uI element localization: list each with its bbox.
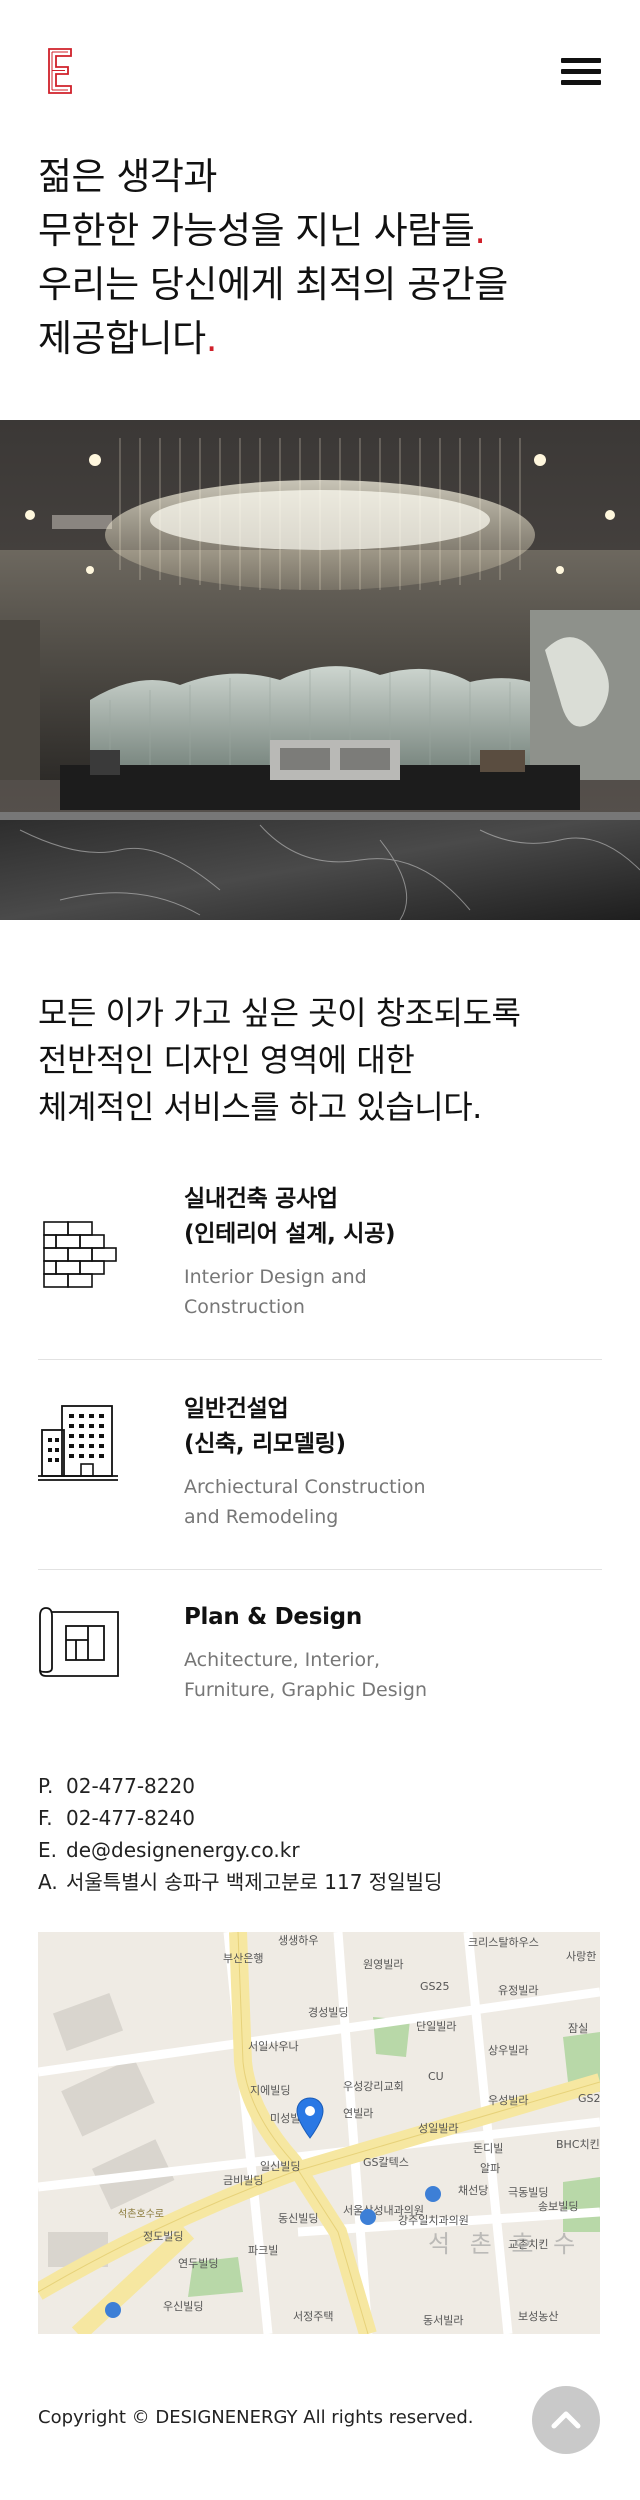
fax-number: 02-477-8240 xyxy=(66,1806,195,1830)
intro-text: 모든 이가 가고 싶은 곳이 창조되도록 전반적인 디자인 영역에 대한 체계적… xyxy=(38,990,618,1131)
map-label: 우성빌라 xyxy=(488,2094,528,2107)
intro-line: 전반적인 디자인 영역에 대한 xyxy=(38,1041,415,1079)
map-label: 파크빌 xyxy=(248,2244,278,2257)
map-label: 알파 xyxy=(480,2161,500,2175)
service-description: Interior Design and xyxy=(184,1266,367,1288)
map-label: 원영빌라 xyxy=(363,1958,403,1971)
brick-wall-icon xyxy=(38,1212,120,1294)
hero-period: . xyxy=(205,317,218,360)
map-label: 서일사우나 xyxy=(248,2039,299,2053)
service-description: Archiectural Construction xyxy=(184,1476,426,1498)
map-lake-label: 석 촌 호 수 xyxy=(428,2230,581,2258)
map-label: 금비빌딩 xyxy=(223,2174,263,2187)
interior-photo xyxy=(0,420,640,920)
contact-email: E. de@designenergy.co.kr xyxy=(38,1834,598,1866)
map-label: GS2 xyxy=(578,2092,600,2105)
map-label: BHC치킨 xyxy=(556,2138,600,2151)
map-label: 연빌라 xyxy=(343,2107,373,2120)
letter-e-logo-icon[interactable] xyxy=(48,48,72,94)
map-label: GS25 xyxy=(420,1980,450,1993)
map-label: 채선당 xyxy=(458,2184,488,2197)
service-title: 일반건설업 xyxy=(184,1396,289,1422)
map-label: 강주일치과의원 xyxy=(398,2213,469,2227)
location-map[interactable]: 생생하우 크리스탈하우스 사랑한 부산은행 원영빌라 GS25 유정빌라 경성빌… xyxy=(38,1932,600,2334)
hero-line: 무한한 가능성을 지닌 사람들. xyxy=(38,209,486,252)
service-item-construction: 일반건설업 (신축, 리모델링) Archiectural Constructi… xyxy=(38,1360,602,1570)
map-pin-icon[interactable] xyxy=(295,2096,325,2140)
intro-line: 모든 이가 가고 싶은 곳이 창조되도록 xyxy=(38,994,521,1032)
map-label: 사랑한 xyxy=(566,1950,596,1963)
map-label: 정도빌딩 xyxy=(143,2230,183,2243)
contact-info: P. 02-477-8220 F. 02-477-8240 E. de@desi… xyxy=(38,1770,598,1898)
chevron-up-icon xyxy=(551,2411,581,2429)
building-icon xyxy=(38,1402,120,1484)
map-label: 상우빌라 xyxy=(488,2044,528,2057)
site-header xyxy=(0,0,640,140)
map-label: 우신빌딩 xyxy=(163,2300,203,2313)
intro-line: 체계적인 서비스를 하고 있습니다. xyxy=(38,1088,482,1126)
phone-number[interactable]: 02-477-8220 xyxy=(66,1770,195,1802)
map-label: 동서빌라 xyxy=(423,2314,463,2327)
copyright-text: Copyright © DESIGNENERGY All rights rese… xyxy=(38,2407,474,2428)
contact-phone: P. 02-477-8220 xyxy=(38,1770,598,1802)
hero-line: 제공합니다. xyxy=(38,317,218,360)
map-label: 송보빌딩 xyxy=(538,2200,578,2213)
map-label: 연두빌딩 xyxy=(178,2257,218,2270)
hamburger-menu-icon[interactable] xyxy=(561,55,601,89)
service-item-interior: 실내건축 공사업 (인테리어 설계, 시공) Interior Design a… xyxy=(38,1170,602,1360)
service-description: and Remodeling xyxy=(184,1506,339,1528)
map-label: 지에빌딩 xyxy=(250,2084,290,2097)
map-label: 성일빌라 xyxy=(418,2121,458,2135)
service-title: 실내건축 공사업 xyxy=(184,1186,338,1212)
map-label: 크리스탈하우스 xyxy=(468,1935,539,1949)
service-description: Furniture, Graphic Design xyxy=(184,1679,428,1701)
map-label: 부산은행 xyxy=(223,1952,263,1965)
map-label: 잠실 xyxy=(568,2022,588,2035)
blueprint-icon xyxy=(38,1600,120,1682)
service-title: (신축, 리모델링) xyxy=(184,1431,346,1457)
service-title: (인테리어 설계, 시공) xyxy=(184,1221,396,1247)
map-label: 유정빌라 xyxy=(498,1984,538,1997)
map-label: 일신빌딩 xyxy=(260,2159,300,2173)
address-text: 서울특별시 송파구 백제고분로 117 정일빌딩 xyxy=(66,1870,443,1894)
hero-heading: 젊은 생각과 무한한 가능성을 지닌 사람들. 우리는 당신에게 최적의 공간을… xyxy=(38,150,618,366)
map-label: GS칼텍스 xyxy=(363,2156,409,2169)
map-label: 보성농산 xyxy=(518,2310,558,2323)
service-description: Achitecture, Interior, xyxy=(184,1649,381,1671)
service-title: Plan & Design xyxy=(184,1604,362,1630)
hero-line: 우리는 당신에게 최적의 공간을 xyxy=(38,263,508,306)
service-item-plan-design: Plan & Design Achitecture, Interior, Fur… xyxy=(38,1570,602,1730)
map-label: 동신빌딩 xyxy=(278,2212,318,2225)
scroll-top-button[interactable] xyxy=(532,2386,600,2454)
map-road-label: 석촌호수로 xyxy=(118,2208,164,2220)
map-label: 단일빌라 xyxy=(416,2019,456,2033)
map-label: CU xyxy=(428,2070,444,2083)
map-label: 서정주택 xyxy=(293,2310,333,2323)
map-label: 우성강리교회 xyxy=(343,2080,404,2093)
service-description: Construction xyxy=(184,1296,305,1318)
email-link[interactable]: de@designenergy.co.kr xyxy=(66,1834,300,1866)
map-label: 돈디빌 xyxy=(473,2142,503,2155)
hero-period: . xyxy=(474,209,486,252)
map-label: 경성빌딩 xyxy=(308,2006,348,2019)
contact-fax: F. 02-477-8240 xyxy=(38,1802,598,1834)
map-label: 극동빌딩 xyxy=(508,2186,548,2199)
hero-line: 젊은 생각과 xyxy=(38,155,217,198)
map-label: 생생하우 xyxy=(278,1933,318,1947)
contact-address: A. 서울특별시 송파구 백제고분로 117 정일빌딩 xyxy=(38,1866,598,1898)
